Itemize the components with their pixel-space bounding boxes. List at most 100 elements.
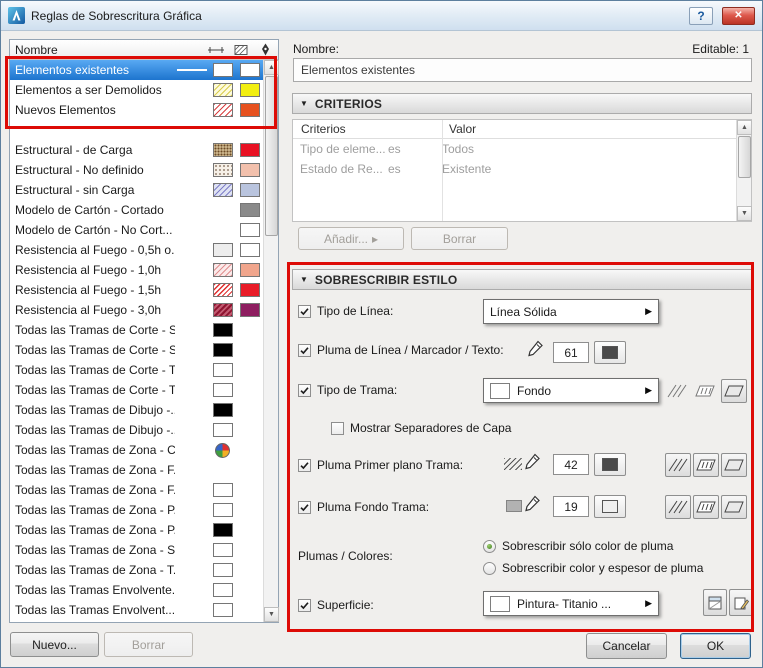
fill-column-icon[interactable]	[228, 44, 253, 56]
rule-list-item[interactable]: Todas las Tramas de Corte - S...	[10, 320, 278, 340]
bg-cover-fill-button[interactable]	[693, 495, 719, 519]
title-bar[interactable]: Reglas de Sobrescritura Gráfica ? ✕	[1, 1, 762, 31]
rule-list-item[interactable]: Estructural - sin Carga	[10, 180, 278, 200]
rule-list-item[interactable]: Todas las Tramas de Zona - F...	[10, 480, 278, 500]
line-pen-checkbox[interactable]	[298, 344, 311, 357]
bg-pen-color-button[interactable]	[594, 495, 626, 518]
rule-list-item[interactable]: Todas las Tramas de Corte - T...	[10, 380, 278, 400]
rule-list-item[interactable]: Resistencia al Fuego - 1,0h	[10, 260, 278, 280]
bg-drafting-fill-button[interactable]	[665, 495, 691, 519]
line-type-label: Tipo de Línea:	[317, 304, 393, 318]
rule-list-rows: Elementos existentes Elementos a ser Dem…	[10, 60, 278, 622]
criteria-scrollbar[interactable]: ▲ ▼	[736, 120, 751, 221]
cut-fill-button[interactable]	[721, 379, 747, 403]
bg-pen-number-input[interactable]: 19	[553, 496, 589, 517]
dropdown-arrow-icon: ▶	[645, 598, 652, 609]
scroll-down-icon[interactable]: ▼	[737, 206, 752, 221]
rule-list-item[interactable]: Todas las Tramas de Zona - S...	[10, 540, 278, 560]
rule-list-item[interactable]: Todas las Tramas Envolvente...	[10, 580, 278, 600]
scroll-down-icon[interactable]: ▼	[264, 607, 279, 622]
rule-list-item[interactable]: Modelo de Cartón - No Cort...	[10, 220, 278, 240]
surface-dropdown[interactable]: Pintura- Titanio ... ▶	[483, 591, 659, 616]
rule-list-item[interactable]: Todas las Tramas de Dibujo -...	[10, 420, 278, 440]
scrollbar-thumb[interactable]	[265, 76, 278, 236]
rule-list-item[interactable]: Elementos existentes	[10, 60, 278, 80]
rule-list-item[interactable]: Nuevos Elementos	[10, 100, 278, 120]
collapse-icon[interactable]: ▼	[300, 99, 308, 108]
cancel-button[interactable]: Cancelar	[586, 633, 667, 659]
close-button[interactable]: ✕	[722, 7, 755, 25]
line-type-checkbox[interactable]	[298, 305, 311, 318]
rule-list-header[interactable]: Nombre	[10, 40, 278, 60]
surface-material-button[interactable]	[703, 589, 727, 616]
scroll-up-icon[interactable]: ▲	[264, 60, 279, 75]
list-separator	[10, 120, 278, 140]
layer-separators-checkbox[interactable]	[331, 422, 344, 435]
fg-cover-fill-button[interactable]	[693, 453, 719, 477]
rule-list-item[interactable]: Resistencia al Fuego - 3,0h	[10, 300, 278, 320]
column-divider	[442, 120, 443, 221]
fg-pen-color-button[interactable]	[594, 453, 626, 476]
criteria-table: Criterios Valor Tipo de eleme... es Todo…	[292, 119, 752, 222]
rule-list-item[interactable]: Todas las Tramas de Dibujo -...	[10, 400, 278, 420]
column-header-criterios[interactable]: Criterios	[293, 122, 442, 136]
color-swatch	[240, 163, 260, 177]
radio-color-only[interactable]	[483, 540, 496, 553]
add-criteria-button[interactable]: Añadir... ▸	[298, 227, 404, 250]
bg-cut-fill-button[interactable]	[721, 495, 747, 519]
rule-list-item[interactable]: Elementos a ser Demolidos	[10, 80, 278, 100]
criteria-row[interactable]: Tipo de eleme... es Todos	[293, 139, 751, 159]
linetype-column-icon[interactable]	[203, 45, 228, 55]
scrollbar-thumb[interactable]	[738, 136, 751, 178]
rule-list-item[interactable]: Estructural - de Carga	[10, 140, 278, 160]
rule-name: Resistencia al Fuego - 1,5h	[15, 283, 175, 297]
window-title: Reglas de Sobrescritura Gráfica	[31, 9, 683, 23]
rule-list-item[interactable]: Estructural - No definido	[10, 160, 278, 180]
fg-pen-checkbox[interactable]	[298, 459, 311, 472]
rule-list-item[interactable]: Todas las Tramas de Zona - P...	[10, 500, 278, 520]
pen-column-icon[interactable]	[253, 43, 278, 56]
fill-type-checkbox[interactable]	[298, 384, 311, 397]
rule-list-item[interactable]: Todas las Tramas de Zona - P...	[10, 520, 278, 540]
line-pen-color-button[interactable]	[594, 341, 626, 364]
scroll-up-icon[interactable]: ▲	[737, 120, 752, 135]
override-section-header[interactable]: ▼ SOBRESCRIBIR ESTILO	[292, 269, 752, 290]
color-swatch	[240, 183, 260, 197]
ok-button[interactable]: OK	[680, 633, 751, 659]
delete-criteria-button[interactable]: Borrar	[411, 227, 508, 250]
rule-list-item[interactable]: Todas las Tramas de Corte - T...	[10, 360, 278, 380]
rule-list-item[interactable]: Todas las Tramas de Zona - C...	[10, 440, 278, 460]
fg-pen-number-input[interactable]: 42	[553, 454, 589, 475]
help-button[interactable]: ?	[689, 7, 713, 25]
rule-list-item[interactable]: Todas las Tramas de Zona - T...	[10, 560, 278, 580]
list-scrollbar[interactable]: ▲ ▼	[263, 60, 278, 622]
bg-pen-checkbox[interactable]	[298, 501, 311, 514]
rule-list-item[interactable]: Resistencia al Fuego - 0,5h o...	[10, 240, 278, 260]
delete-rule-button[interactable]: Borrar	[104, 632, 193, 657]
rule-list-item[interactable]: Resistencia al Fuego - 1,5h	[10, 280, 278, 300]
fg-drafting-fill-button[interactable]	[665, 453, 691, 477]
line-pen-number-input[interactable]: 61	[553, 342, 589, 363]
rule-list-item[interactable]: Modelo de Cartón - Cortado	[10, 200, 278, 220]
surface-material-pen-button[interactable]	[729, 589, 753, 616]
fg-pen-label: Pluma Primer plano Trama:	[317, 458, 463, 472]
fg-cut-fill-button[interactable]	[721, 453, 747, 477]
surface-checkbox[interactable]	[298, 599, 311, 612]
line-type-dropdown[interactable]: Línea Sólida ▶	[483, 299, 659, 324]
criteria-section-header[interactable]: ▼ CRITERIOS	[292, 93, 752, 114]
rule-name-input[interactable]	[293, 58, 752, 82]
criteria-row[interactable]: Estado de Re... es Existente	[293, 159, 751, 179]
rule-list-item[interactable]: Todas las Tramas de Corte - S...	[10, 340, 278, 360]
radio-color-only-label: Sobrescribir sólo color de pluma	[502, 539, 673, 553]
surface-row: Superficie:	[298, 597, 374, 613]
rule-list-item[interactable]: Todas las Tramas de Zona - F...	[10, 460, 278, 480]
rule-list-item[interactable]: Todas las Tramas Envolvent...	[10, 600, 278, 620]
fill-type-dropdown[interactable]: Fondo ▶	[483, 378, 659, 403]
pen-color-chip	[602, 346, 618, 359]
column-header-valor[interactable]: Valor	[442, 122, 476, 136]
line-type-value: Línea Sólida	[490, 305, 557, 319]
column-header-nombre[interactable]: Nombre	[15, 43, 203, 57]
new-rule-button[interactable]: Nuevo...	[10, 632, 99, 657]
collapse-icon[interactable]: ▼	[300, 275, 308, 284]
radio-color-weight[interactable]	[483, 562, 496, 575]
